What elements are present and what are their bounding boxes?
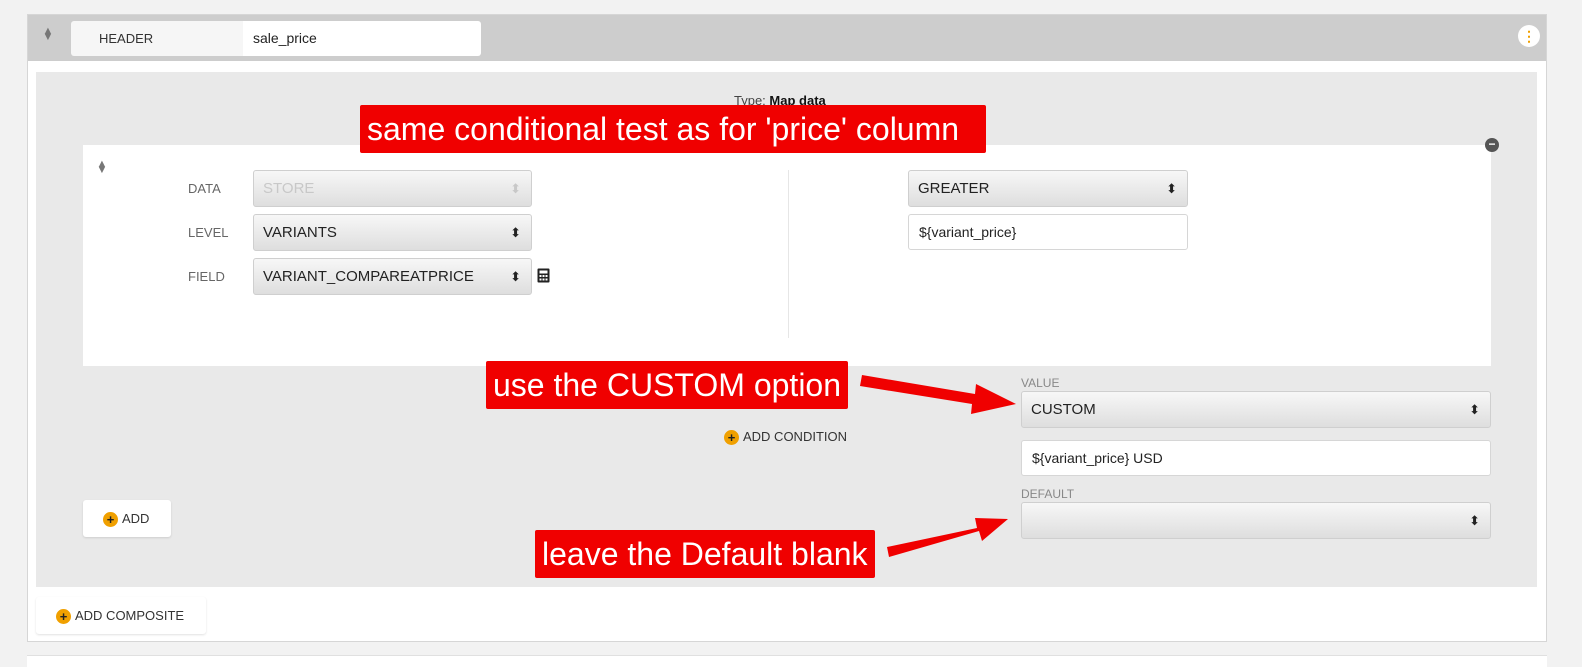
arrow-to-value-select <box>860 375 1016 414</box>
annotation-arrows <box>860 375 1016 557</box>
arrow-to-default-select <box>887 518 1008 557</box>
